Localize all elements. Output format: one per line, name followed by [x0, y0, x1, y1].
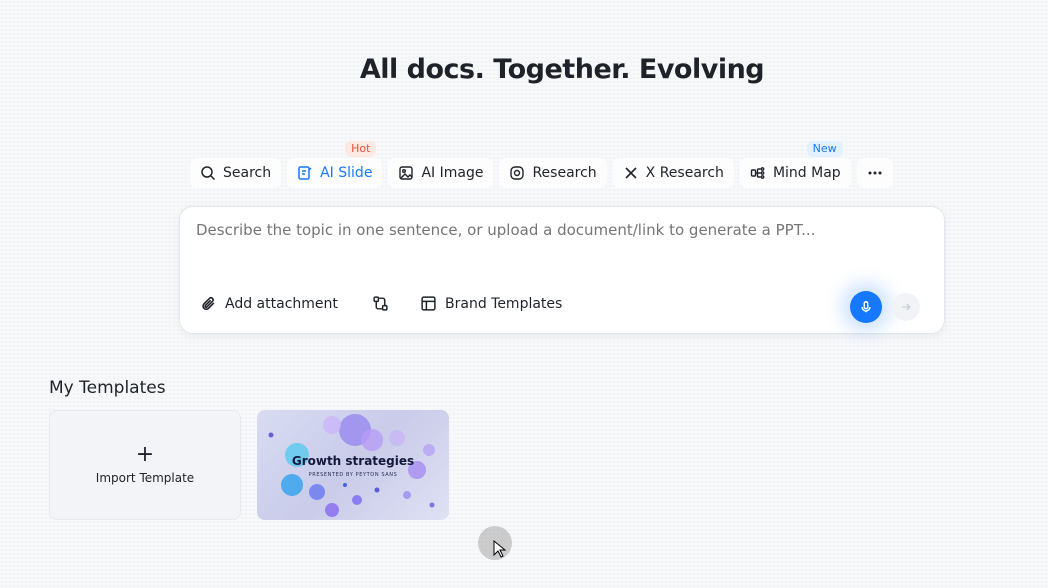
mouse-cursor — [478, 526, 512, 560]
tab-label: AI Slide — [320, 165, 373, 181]
arrow-right-icon — [902, 303, 911, 311]
microphone-button[interactable] — [850, 291, 882, 323]
my-templates-heading: My Templates — [49, 378, 166, 398]
workflow-icon — [373, 296, 388, 311]
tab-ai-slide[interactable]: Hot AI Slide — [287, 141, 383, 188]
tab-ai-image[interactable]: AI Image — [388, 158, 494, 188]
ai-slide-icon — [298, 166, 312, 180]
tab-label: Search — [223, 165, 272, 181]
page-title: All docs. Together. Evolving — [359, 54, 765, 85]
tab-mind-map[interactable]: New Mind Map — [739, 141, 851, 188]
add-attachment-button[interactable]: Add attachment — [200, 295, 338, 312]
template-icon — [421, 296, 436, 311]
brand-templates-button[interactable]: Brand Templates — [420, 295, 562, 312]
more-icon — [868, 171, 882, 175]
prompt-input[interactable] — [196, 221, 916, 239]
tab-label: X Research — [645, 165, 724, 181]
plus-icon: + — [135, 442, 155, 467]
mode-tabs: Search Hot AI Slide AI Image Research X … — [190, 141, 893, 188]
add-attachment-label: Add attachment — [225, 295, 338, 312]
microphone-icon — [861, 301, 871, 313]
template-card-growth[interactable]: Growth strategies PRESENTED BY PEYTON SA… — [257, 410, 449, 520]
tab-label: Research — [532, 165, 597, 181]
import-template-card[interactable]: + Import Template — [49, 410, 241, 520]
x-icon — [625, 167, 637, 179]
research-icon — [510, 166, 525, 180]
tab-research[interactable]: Research — [499, 158, 607, 188]
tab-x-research[interactable]: X Research — [612, 158, 734, 188]
pointer-icon — [493, 540, 507, 558]
tab-search[interactable]: Search — [190, 158, 282, 188]
template-card-title: Growth strategies — [291, 454, 415, 468]
send-button[interactable] — [892, 293, 920, 321]
tab-label: AI Image — [421, 165, 484, 181]
prompt-composer: Add attachment Brand Templates — [179, 206, 945, 334]
search-icon — [201, 166, 216, 181]
mind-map-icon — [750, 167, 765, 179]
workflow-button[interactable] — [372, 295, 389, 312]
brand-templates-label: Brand Templates — [445, 295, 563, 312]
template-card-subtitle: PRESENTED BY PEYTON SANS — [308, 472, 398, 478]
paperclip-icon — [202, 296, 215, 310]
new-badge: New — [806, 141, 843, 157]
more-button[interactable] — [856, 158, 893, 188]
hot-badge: Hot — [345, 141, 377, 157]
tab-label: Mind Map — [772, 165, 841, 181]
import-template-label: Import Template — [95, 471, 195, 485]
image-icon — [399, 166, 414, 180]
